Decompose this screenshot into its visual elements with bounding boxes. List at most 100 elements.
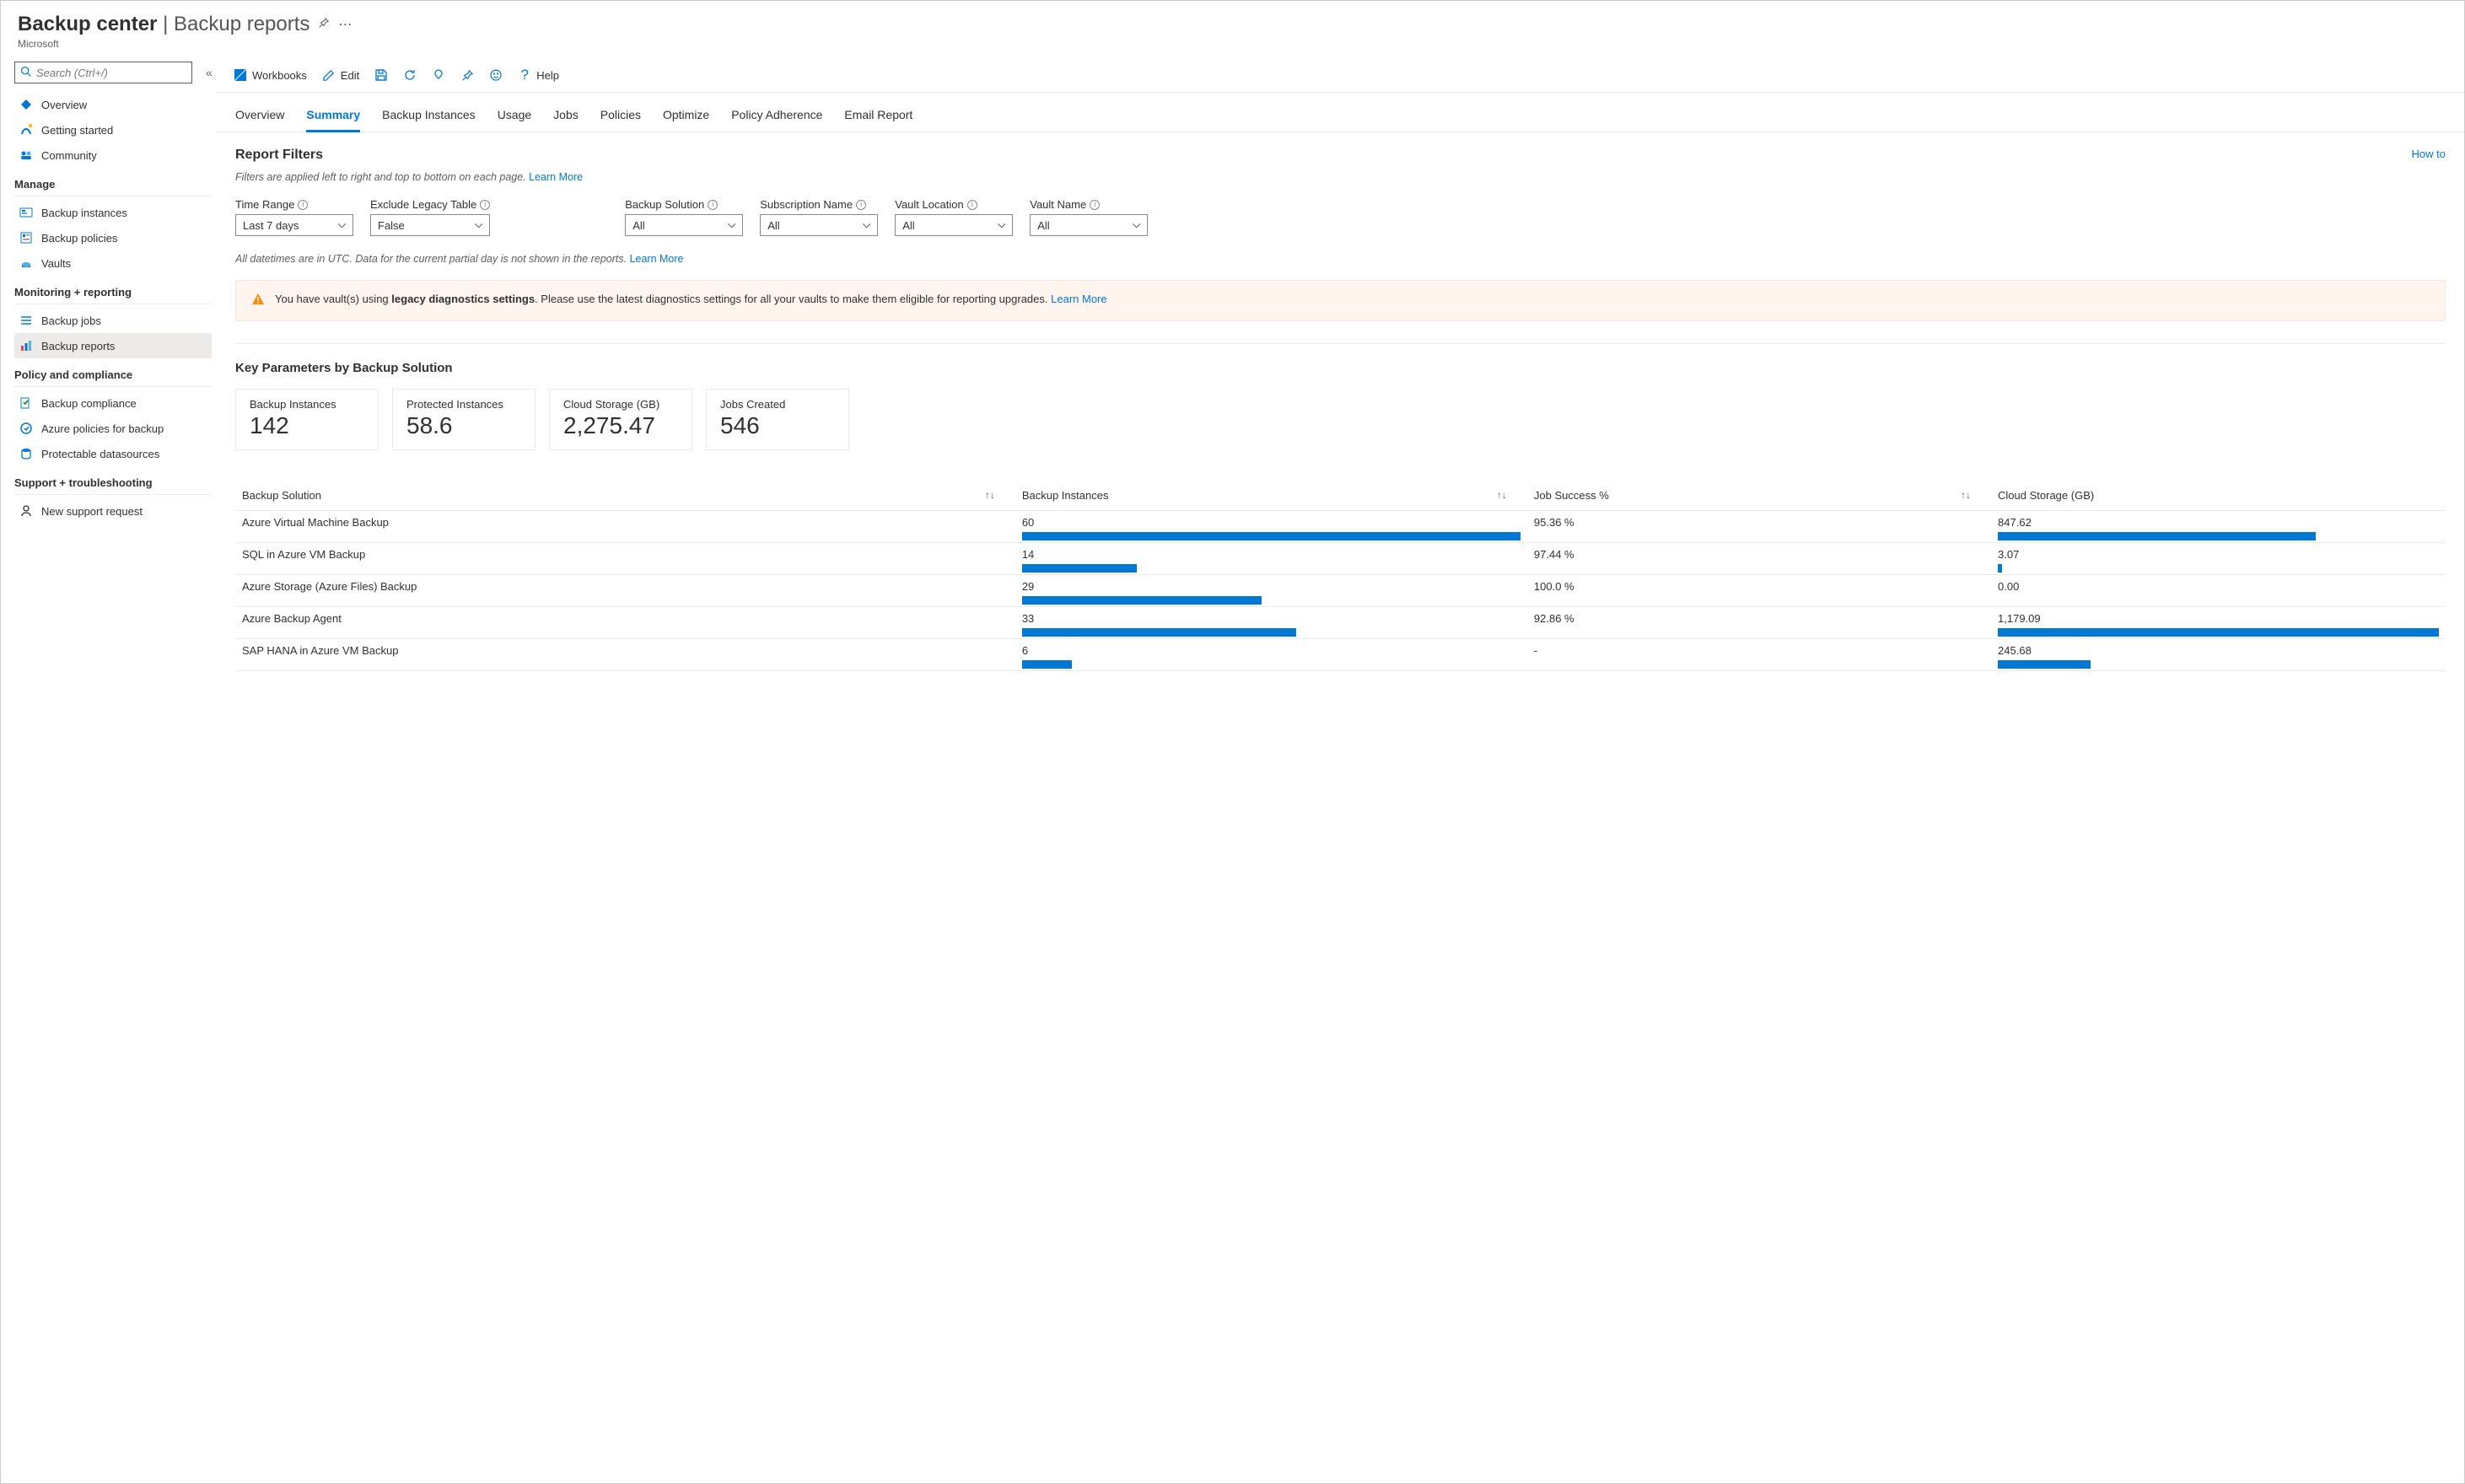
- backup-instances-icon: [19, 206, 33, 219]
- card-label: Protected Instances: [406, 398, 521, 411]
- cell-solution: Azure Storage (Azure Files) Backup: [235, 575, 1015, 607]
- page-header: Backup center | Backup reports ⋯ Microso…: [1, 1, 2464, 58]
- table-row[interactable]: SQL in Azure VM Backup1497.44 %3.07: [235, 543, 2446, 575]
- report-filters-title: Report Filters How to: [235, 148, 2446, 163]
- tab-jobs[interactable]: Jobs: [553, 103, 579, 132]
- help-icon: ?: [518, 68, 531, 82]
- sidebar-item-azure-policies-for-backup[interactable]: Azure policies for backup: [14, 416, 212, 441]
- cell-storage: 3.07: [1991, 543, 2446, 575]
- table-header[interactable]: ↑↓Job Success %: [1527, 481, 1991, 511]
- card-value: 2,275.47: [563, 412, 678, 439]
- filter-dropdown[interactable]: All: [895, 214, 1013, 236]
- refresh-icon[interactable]: [403, 68, 417, 82]
- table-row[interactable]: Azure Backup Agent3392.86 %1,179.09: [235, 607, 2446, 639]
- protectable-ds-icon: [19, 447, 33, 460]
- more-icon[interactable]: ⋯: [338, 16, 352, 33]
- info-icon[interactable]: i: [480, 200, 490, 210]
- tab-usage[interactable]: Usage: [498, 103, 531, 132]
- filter-time-range: Time Range i Last 7 days: [235, 198, 353, 236]
- cell-success: -: [1527, 639, 1991, 671]
- info-icon[interactable]: i: [298, 200, 308, 210]
- sidebar-item-label: Getting started: [41, 124, 113, 137]
- tab-policies[interactable]: Policies: [600, 103, 641, 132]
- tab-summary[interactable]: Summary: [306, 103, 360, 132]
- filter-dropdown[interactable]: All: [760, 214, 878, 236]
- filter-dropdown[interactable]: All: [625, 214, 743, 236]
- summary-card-protected-instances: Protected Instances58.6: [392, 389, 536, 450]
- filter-dropdown[interactable]: Last 7 days: [235, 214, 353, 236]
- sidebar-item-backup-compliance[interactable]: Backup compliance: [14, 390, 212, 416]
- table-header[interactable]: ↑↓Backup Solution: [235, 481, 1015, 511]
- collapse-sidebar-icon[interactable]: «: [201, 66, 217, 79]
- cell-solution: SQL in Azure VM Backup: [235, 543, 1015, 575]
- azure-policies-icon: [19, 422, 33, 435]
- sidebar-item-protectable-datasources[interactable]: Protectable datasources: [14, 441, 212, 466]
- search-input[interactable]: [36, 67, 186, 79]
- sidebar-item-overview[interactable]: Overview: [14, 92, 212, 117]
- sidebar-item-label: Overview: [41, 99, 87, 111]
- summary-cards: Backup Instances142Protected Instances58…: [235, 389, 2446, 450]
- share-icon[interactable]: [432, 68, 445, 82]
- info-icon[interactable]: i: [856, 200, 866, 210]
- sort-icon[interactable]: ↑↓: [1961, 489, 1971, 501]
- filter-subscription-name: Subscription Name iAll: [760, 198, 878, 236]
- sort-icon[interactable]: ↑↓: [985, 489, 995, 501]
- sidebar-item-community[interactable]: Community: [14, 142, 212, 168]
- edit-icon: [322, 68, 336, 82]
- table-row[interactable]: Azure Storage (Azure Files) Backup29100.…: [235, 575, 2446, 607]
- pin-toolbar-icon[interactable]: [460, 68, 474, 82]
- tab-email-report[interactable]: Email Report: [844, 103, 912, 132]
- cell-success: 95.36 %: [1527, 511, 1991, 543]
- summary-card-jobs-created: Jobs Created546: [706, 389, 849, 450]
- edit-button[interactable]: Edit: [322, 68, 359, 82]
- tab-overview[interactable]: Overview: [235, 103, 284, 132]
- info-icon[interactable]: i: [967, 200, 977, 210]
- tab-policy-adherence[interactable]: Policy Adherence: [731, 103, 822, 132]
- backup-jobs-icon: [19, 314, 33, 327]
- sidebar-item-vaults[interactable]: Vaults: [14, 250, 212, 276]
- filter-exclude-legacy-table: Exclude Legacy Table i False: [370, 198, 490, 236]
- cell-storage: 0.00: [1991, 575, 2446, 607]
- pin-icon[interactable]: [318, 17, 330, 33]
- cell-success: 92.86 %: [1527, 607, 1991, 639]
- main-content: Workbooks Edit: [217, 58, 2464, 1483]
- filter-learn-more-link[interactable]: Learn More: [529, 171, 583, 183]
- sidebar-item-new-support-request[interactable]: New support request: [14, 498, 212, 524]
- sidebar-item-backup-reports[interactable]: Backup reports: [14, 333, 212, 358]
- cell-instances: 14: [1015, 543, 1527, 575]
- sort-icon[interactable]: ↑↓: [1497, 489, 1507, 501]
- filter-dropdown[interactable]: All: [1030, 214, 1148, 236]
- sidebar-item-backup-policies[interactable]: Backup policies: [14, 225, 212, 250]
- tab-backup-instances[interactable]: Backup Instances: [382, 103, 476, 132]
- cell-storage: 245.68: [1991, 639, 2446, 671]
- table-row[interactable]: Azure Virtual Machine Backup6095.36 %847…: [235, 511, 2446, 543]
- sidebar-item-backup-instances[interactable]: Backup instances: [14, 200, 212, 225]
- info-icon[interactable]: i: [1090, 200, 1100, 210]
- filter-label: Time Range i: [235, 198, 353, 211]
- workbooks-button[interactable]: Workbooks: [234, 68, 307, 82]
- cell-storage: 847.62: [1991, 511, 2446, 543]
- filter-label: Exclude Legacy Table i: [370, 198, 490, 211]
- warning-learn-more-link[interactable]: Learn More: [1051, 293, 1106, 305]
- table-row[interactable]: SAP HANA in Azure VM Backup6-245.68: [235, 639, 2446, 671]
- filter-dropdown[interactable]: False: [370, 214, 490, 236]
- info-icon[interactable]: i: [708, 200, 718, 210]
- utc-learn-more-link[interactable]: Learn More: [630, 253, 684, 265]
- sidebar-item-getting-started[interactable]: Getting started: [14, 117, 212, 142]
- tab-optimize[interactable]: Optimize: [663, 103, 709, 132]
- sidebar-group-title: Support + troubleshooting: [14, 466, 212, 495]
- sidebar-item-backup-jobs[interactable]: Backup jobs: [14, 308, 212, 333]
- sidebar-search[interactable]: [14, 62, 192, 83]
- divider: [235, 343, 2446, 344]
- help-button[interactable]: ? Help: [518, 68, 559, 82]
- sidebar-item-label: Backup instances: [41, 207, 127, 219]
- smiley-icon[interactable]: [489, 68, 503, 82]
- table-header[interactable]: Cloud Storage (GB): [1991, 481, 2446, 511]
- filter-label: Vault Name i: [1030, 198, 1148, 211]
- filter-vault-name: Vault Name i All: [1030, 198, 1148, 236]
- overview-icon: [19, 98, 33, 111]
- save-icon[interactable]: [374, 68, 388, 82]
- table-header[interactable]: ↑↓Backup Instances: [1015, 481, 1527, 511]
- backup-policies-icon: [19, 231, 33, 245]
- how-to-link[interactable]: How to: [2412, 148, 2446, 160]
